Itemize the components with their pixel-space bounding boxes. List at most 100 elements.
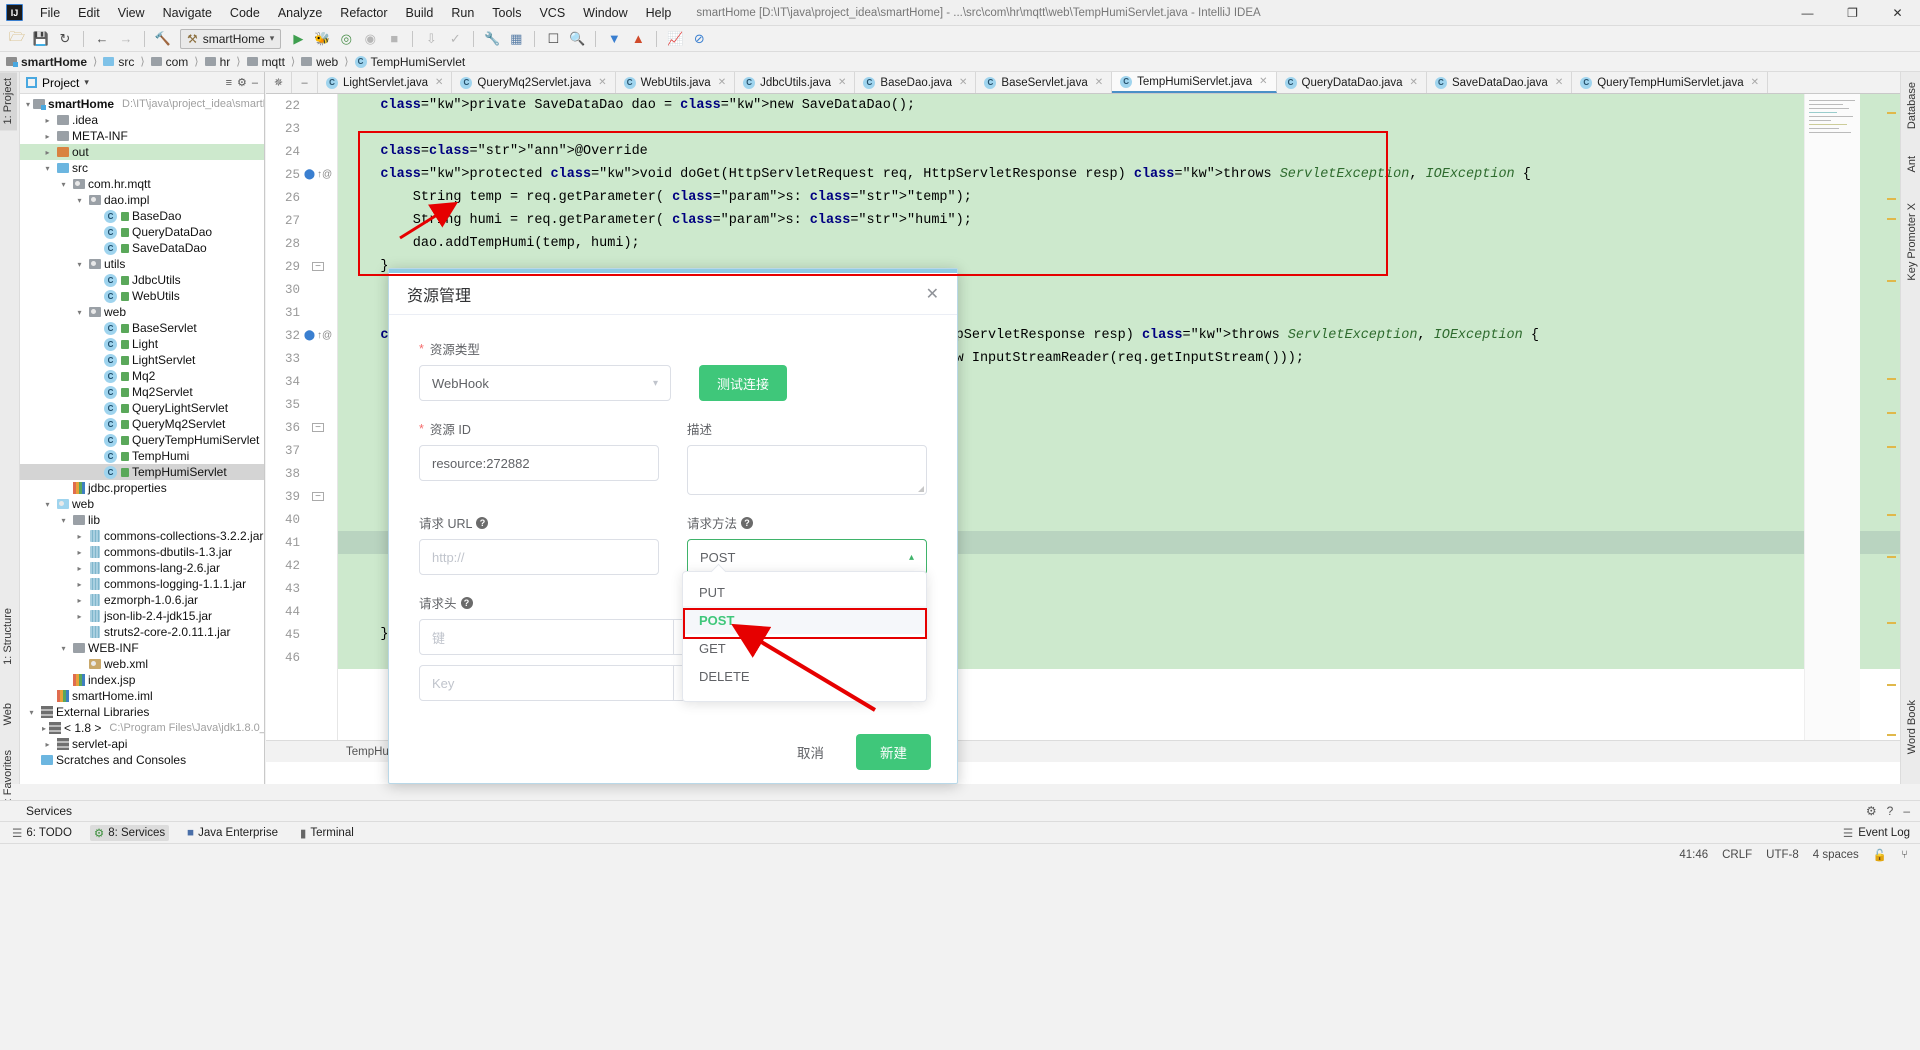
menu-item-run[interactable]: Run — [442, 3, 483, 23]
tree-node[interactable]: CMq2Servlet — [20, 384, 264, 400]
editor-tab[interactable]: CBaseDao.java✕ — [855, 72, 976, 93]
settings-icon[interactable]: ⚙ — [237, 76, 247, 89]
minimize-icon[interactable]: – — [1903, 804, 1910, 818]
fold-icon[interactable]: − — [312, 492, 324, 501]
resource-type-select[interactable]: WebHook ▾ — [419, 365, 671, 401]
gutter-line[interactable]: 30 — [266, 278, 337, 301]
project-tree[interactable]: ▾smartHomeD:\IT\java\project_idea\smartH… — [20, 94, 264, 768]
open-icon[interactable]: 🗁 — [6, 28, 28, 50]
tree-expand-arrow[interactable]: ▸ — [42, 740, 53, 749]
sync-icon[interactable]: ↻ — [54, 28, 76, 50]
tool-window-todo[interactable]: ☰ 6: TODO — [8, 825, 76, 841]
settings-icon[interactable]: 🔧 — [481, 28, 503, 50]
request-method-dropdown[interactable]: PUTPOSTGETDELETE — [682, 571, 927, 702]
close-icon[interactable]: ✕ — [1751, 77, 1759, 88]
tree-node[interactable]: ▸commons-logging-1.1.1.jar — [20, 576, 264, 592]
sidebar-item-database[interactable]: Database — [1903, 76, 1920, 135]
run-configuration-selector[interactable]: ⚒ smartHome ▾ — [180, 29, 281, 49]
close-icon[interactable]: ✕ — [598, 77, 606, 88]
tree-expand-arrow[interactable]: ▾ — [26, 708, 37, 717]
tool-window-terminal[interactable]: ▮ Terminal — [296, 825, 358, 841]
debug-icon[interactable]: 🐝 — [311, 28, 333, 50]
sidebar-item-structure[interactable]: 1: Structure — [0, 602, 17, 671]
gutter-line[interactable]: 27 — [266, 209, 337, 232]
editor-gutter[interactable]: 22232425⬤↑@26272829−303132⬤↑@33343536−37… — [266, 94, 338, 762]
chevron-down-icon[interactable]: ▾ — [84, 77, 89, 88]
stop-icon[interactable]: ■ — [383, 28, 405, 50]
close-icon[interactable]: ✕ — [1555, 77, 1563, 88]
tree-node[interactable]: CWebUtils — [20, 288, 264, 304]
header-key-input-2[interactable]: Key — [419, 665, 674, 701]
editor-tab[interactable]: CBaseServlet.java✕ — [976, 72, 1112, 93]
block-icon[interactable]: ⊘ — [688, 28, 710, 50]
build-icon[interactable]: 🔨 — [152, 28, 174, 50]
tree-node[interactable]: ▸.idea — [20, 112, 264, 128]
tree-node[interactable]: CQueryLightServlet — [20, 400, 264, 416]
test-connection-button[interactable]: 测试连接 — [699, 365, 787, 401]
tree-expand-arrow[interactable]: ▸ — [42, 148, 53, 157]
code-minimap[interactable] — [1804, 94, 1860, 762]
tree-expand-arrow[interactable]: ▸ — [74, 580, 85, 589]
fold-icon[interactable]: − — [312, 423, 324, 432]
fold-icon[interactable]: − — [312, 262, 324, 271]
tree-node[interactable]: ▾smartHomeD:\IT\java\project_idea\smartH… — [20, 96, 264, 112]
tree-expand-arrow[interactable]: ▸ — [42, 132, 53, 141]
override-marker-icon[interactable]: ⬤ — [304, 169, 315, 180]
tree-expand-arrow[interactable]: ▸ — [42, 116, 53, 125]
tree-node[interactable]: ▸out — [20, 144, 264, 160]
menu-item-navigate[interactable]: Navigate — [154, 3, 221, 23]
code-line[interactable]: dao.addTempHumi(temp, humi); — [338, 232, 1920, 255]
tree-node[interactable]: web.xml — [20, 656, 264, 672]
tree-node[interactable]: CJdbcUtils — [20, 272, 264, 288]
gutter-line[interactable]: 45 — [266, 623, 337, 646]
close-icon[interactable]: ✕ — [926, 284, 939, 304]
request-method-option[interactable]: PUT — [683, 578, 926, 606]
breadcrumb-item-hr[interactable]: hr — [205, 55, 231, 69]
back-icon[interactable]: ← — [91, 28, 113, 50]
tree-node[interactable]: ▸json-lib-2.4-jdk15.jar — [20, 608, 264, 624]
gutter-line[interactable]: 32⬤↑@ — [266, 324, 337, 347]
tree-expand-arrow[interactable]: ▸ — [74, 612, 85, 621]
tree-expand-arrow[interactable]: ▾ — [26, 100, 30, 109]
editor-tab[interactable]: CQueryTempHumiServlet.java✕ — [1572, 72, 1768, 93]
project-structure-icon[interactable]: ▦ — [505, 28, 527, 50]
services-label[interactable]: Services — [26, 804, 72, 818]
run-with-coverage-icon[interactable]: ◎ — [335, 28, 357, 50]
tree-node[interactable]: ▸META-INF — [20, 128, 264, 144]
tree-node[interactable]: CSaveDataDao — [20, 240, 264, 256]
code-line[interactable]: String humi = req.getParameter( class="p… — [338, 209, 1920, 232]
tree-node[interactable]: ▸< 1.8 >C:\Program Files\Java\jdk1.8.0_1… — [20, 720, 264, 736]
editor-tab[interactable]: CWebUtils.java✕ — [616, 72, 735, 93]
tree-node[interactable]: CBaseDao — [20, 208, 264, 224]
gutter-line[interactable]: 39− — [266, 485, 337, 508]
tree-expand-arrow[interactable]: ▾ — [58, 180, 69, 189]
menu-item-code[interactable]: Code — [221, 3, 269, 23]
editor-tab-strip[interactable]: ✵ – CLightServlet.java✕CQueryMq2Servlet.… — [266, 72, 1920, 94]
close-icon[interactable]: ✕ — [1095, 77, 1103, 88]
menu-item-file[interactable]: File — [31, 3, 69, 23]
commit-icon[interactable]: ✓ — [444, 28, 466, 50]
menu-item-build[interactable]: Build — [397, 3, 443, 23]
code-line[interactable]: class="kw">private SaveDataDao dao = cla… — [338, 94, 1920, 117]
maximize-icon[interactable]: ❐ — [1830, 0, 1875, 26]
gutter-line[interactable]: 43 — [266, 577, 337, 600]
vcs-branch-icon[interactable]: ⑂ — [1901, 849, 1908, 861]
gutter-line[interactable]: 26 — [266, 186, 337, 209]
monitor-icon[interactable]: 📈 — [664, 28, 686, 50]
close-icon[interactable]: ✕ — [1875, 0, 1920, 26]
layout-icon[interactable]: ☐ — [542, 28, 564, 50]
gutter-line[interactable]: 29− — [266, 255, 337, 278]
tree-node[interactable]: struts2-core-2.0.11.1.jar — [20, 624, 264, 640]
gutter-line[interactable]: 35 — [266, 393, 337, 416]
tree-expand-arrow[interactable]: ▸ — [74, 548, 85, 557]
line-separator[interactable]: CRLF — [1722, 849, 1752, 861]
breadcrumb-item-com[interactable]: com — [151, 55, 189, 69]
profile-icon[interactable]: ◉ — [359, 28, 381, 50]
header-key-input-1[interactable]: 键 — [419, 619, 674, 655]
event-log-button[interactable]: ☰ Event Log — [1843, 826, 1920, 840]
tree-node[interactable]: ▾External Libraries — [20, 704, 264, 720]
gutter-line[interactable]: 38 — [266, 462, 337, 485]
tree-node[interactable]: CQueryDataDao — [20, 224, 264, 240]
tree-node[interactable]: ▾web — [20, 304, 264, 320]
gutter-line[interactable]: 25⬤↑@ — [266, 163, 337, 186]
